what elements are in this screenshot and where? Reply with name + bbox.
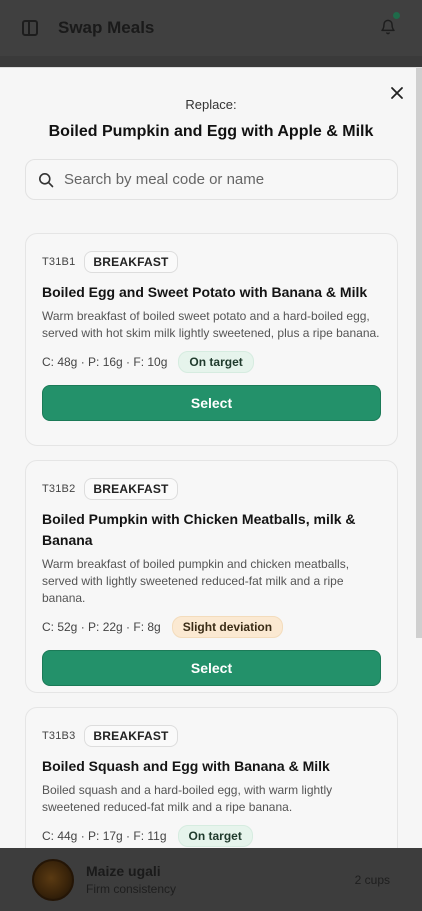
meal-code: T31B1: [42, 256, 76, 268]
meal-title: Boiled Egg and Sweet Potato with Banana …: [42, 284, 368, 300]
app-header: Swap Meals: [0, 0, 422, 56]
search-icon: [39, 172, 54, 187]
meal-option-card: T31B2 BREAKFAST Boiled Pumpkin with Chic…: [25, 460, 398, 693]
sidebar-toggle-icon[interactable]: [22, 20, 38, 36]
search-input[interactable]: [64, 171, 364, 188]
background-meal-name: Maize ugali: [86, 863, 161, 879]
meal-type-badge: BREAKFAST: [84, 725, 178, 747]
meal-option-card: T31B3 BREAKFAST Boiled Squash and Egg wi…: [25, 707, 398, 848]
background-meal-quantity: 2 cups: [354, 872, 390, 887]
background-meal-subtitle: Firm consistency: [86, 882, 177, 896]
meal-option-card: T31B1 BREAKFAST Boiled Egg and Sweet Pot…: [25, 233, 398, 446]
status-badge: On target: [177, 825, 253, 847]
status-badge: On target: [178, 351, 254, 373]
meal-search[interactable]: [25, 159, 398, 200]
meal-description: Warm breakfast of boiled pumpkin and chi…: [42, 557, 350, 605]
meal-type-badge: BREAKFAST: [84, 251, 178, 273]
meal-code: T31B2: [42, 483, 76, 495]
meal-macros: C: 44g · P: 17g · F: 11g: [42, 829, 167, 843]
notification-bell-icon[interactable]: [380, 12, 400, 36]
meal-code: T31B3: [42, 730, 76, 742]
meal-macros: C: 52g · P: 22g · F: 8g: [42, 620, 161, 634]
app-title: Swap Meals: [58, 18, 155, 37]
select-button[interactable]: Select: [42, 385, 381, 421]
notification-dot: [393, 12, 400, 19]
replace-label: Replace:: [185, 97, 237, 112]
swap-meal-sheet: Replace: Boiled Pumpkin and Egg with App…: [0, 67, 422, 848]
scrollbar[interactable]: [416, 68, 422, 638]
meal-description: Warm breakfast of boiled sweet potato an…: [42, 309, 380, 340]
background-meal-item: Maize ugali Firm consistency 2 cups: [0, 848, 422, 911]
meal-thumbnail: [32, 858, 74, 901]
current-meal-name: Boiled Pumpkin and Egg with Apple & Milk: [48, 123, 374, 140]
meal-type-badge: BREAKFAST: [84, 478, 178, 500]
select-button[interactable]: Select: [42, 650, 381, 686]
meal-title: Boiled Squash and Egg with Banana & Milk: [42, 758, 330, 774]
meal-title: Boiled Pumpkin with Chicken Meatballs, m…: [42, 511, 356, 548]
meal-description: Boiled squash and a hard-boiled egg, wit…: [42, 783, 333, 814]
meal-macros: C: 48g · P: 16g · F: 10g: [42, 355, 168, 369]
status-badge: Slight deviation: [171, 616, 284, 638]
